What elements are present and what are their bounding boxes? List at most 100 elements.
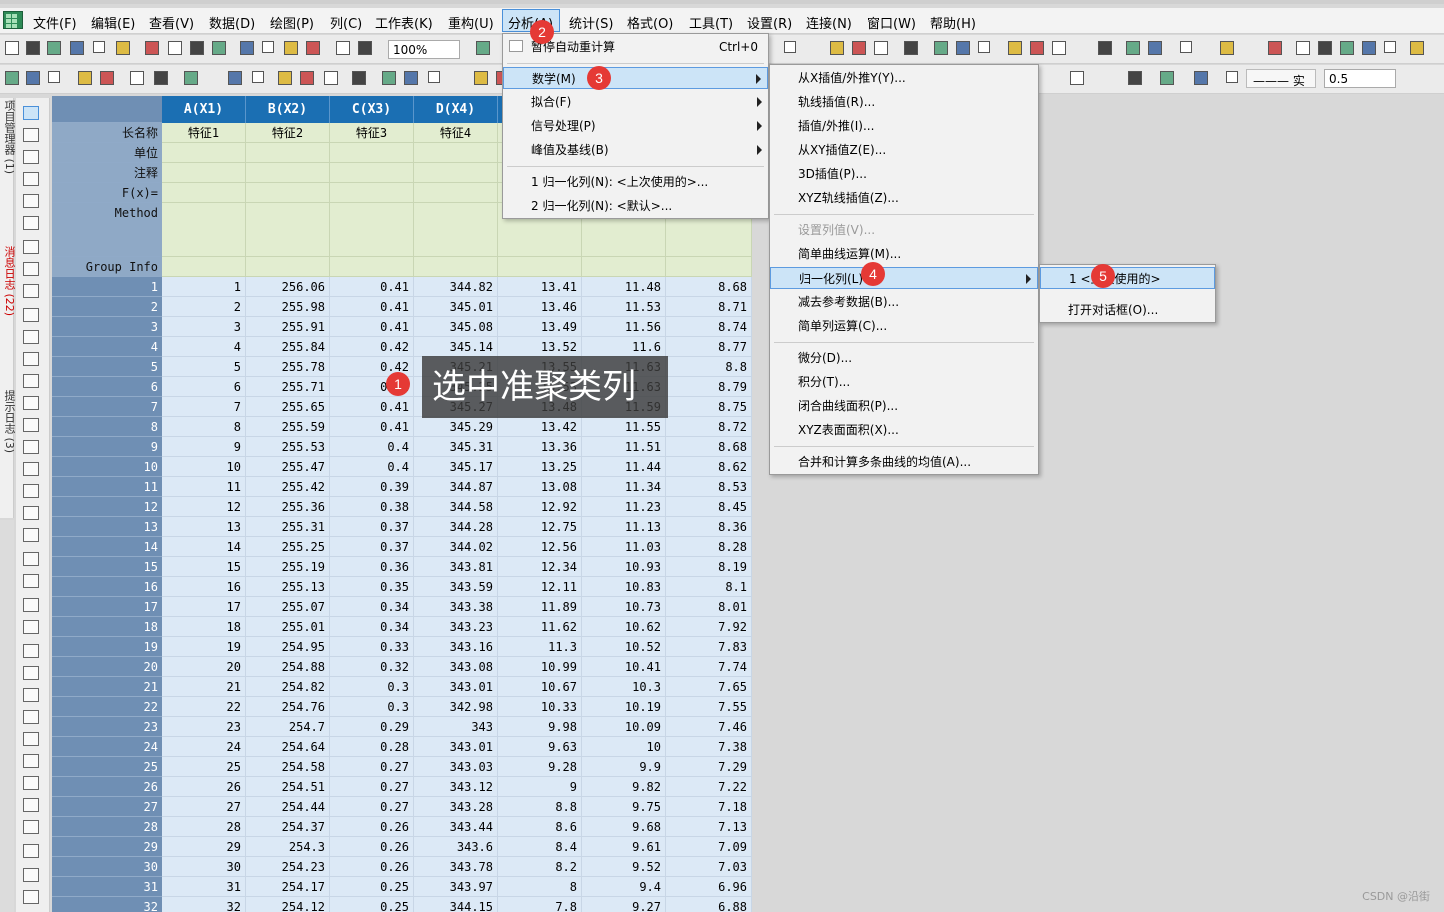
table-cell[interactable]: 15 <box>162 557 246 577</box>
tool-icon[interactable] <box>23 890 39 904</box>
table-cell[interactable]: 343.01 <box>414 737 498 757</box>
meta-cell[interactable] <box>162 183 246 203</box>
table-cell[interactable]: 10.62 <box>582 617 666 637</box>
table-cell[interactable]: 343.28 <box>414 797 498 817</box>
menu-edit[interactable]: 编辑(E) <box>91 13 135 32</box>
toolbar-button-icon[interactable] <box>100 71 114 85</box>
meta-cell[interactable] <box>582 257 666 277</box>
table-cell[interactable]: 343.59 <box>414 577 498 597</box>
row-header[interactable]: 2 <box>52 297 162 317</box>
table-cell[interactable]: 0.26 <box>330 817 414 837</box>
table-cell[interactable]: 17 <box>162 597 246 617</box>
menu-help[interactable]: 帮助(H) <box>930 13 976 32</box>
table-cell[interactable]: 343 <box>414 717 498 737</box>
table-cell[interactable]: 0.39 <box>330 477 414 497</box>
table-cell[interactable]: 254.95 <box>246 637 330 657</box>
table-cell[interactable]: 7.03 <box>666 857 752 877</box>
toolbar-button-icon[interactable] <box>784 41 796 53</box>
tool-icon[interactable] <box>23 710 39 724</box>
row-header[interactable]: 31 <box>52 877 162 897</box>
row-header[interactable]: 20 <box>52 657 162 677</box>
table-cell[interactable]: 0.34 <box>330 617 414 637</box>
table-cell[interactable]: 255.47 <box>246 457 330 477</box>
table-cell[interactable]: 12.56 <box>498 537 582 557</box>
math-item-xyz-area[interactable]: XYZ表面面积(X)... <box>770 419 1038 441</box>
toolbar-button-icon[interactable] <box>190 41 204 55</box>
table-cell[interactable]: 0.34 <box>330 597 414 617</box>
menu-plot[interactable]: 绘图(P) <box>270 13 314 32</box>
toolbar-button-icon[interactable] <box>336 41 350 55</box>
meta-row-label[interactable]: 单位 <box>52 143 162 163</box>
toolbar-button-icon[interactable] <box>262 41 274 53</box>
row-header[interactable]: 32 <box>52 897 162 912</box>
table-cell[interactable]: 255.19 <box>246 557 330 577</box>
table-cell[interactable]: 0.26 <box>330 837 414 857</box>
table-cell[interactable]: 255.71 <box>246 377 330 397</box>
table-cell[interactable]: 5 <box>162 357 246 377</box>
table-cell[interactable]: 7.83 <box>666 637 752 657</box>
normalize-item-open-dialog[interactable]: 打开对话框(O)... <box>1040 299 1215 321</box>
table-cell[interactable]: 8.36 <box>666 517 752 537</box>
table-cell[interactable]: 0.3 <box>330 697 414 717</box>
table-cell[interactable]: 10.99 <box>498 657 582 677</box>
math-item-xyz-trace[interactable]: XYZ轨线插值(Z)... <box>770 187 1038 209</box>
table-cell[interactable]: 343.38 <box>414 597 498 617</box>
table-cell[interactable]: 9.61 <box>582 837 666 857</box>
table-cell[interactable]: 345.01 <box>414 297 498 317</box>
toolbar-button-icon[interactable] <box>5 41 19 55</box>
toolbar-button-icon[interactable] <box>252 71 264 83</box>
table-cell[interactable]: 11.44 <box>582 457 666 477</box>
table-cell[interactable]: 255.53 <box>246 437 330 457</box>
row-header[interactable]: 28 <box>52 817 162 837</box>
menu-item-peaks[interactable]: 峰值及基线(B) <box>503 139 768 161</box>
table-cell[interactable]: 8.77 <box>666 337 752 357</box>
toolbar-button-icon[interactable] <box>116 41 130 55</box>
table-cell[interactable]: 11.62 <box>498 617 582 637</box>
table-cell[interactable]: 0.41 <box>330 397 414 417</box>
tool-icon[interactable] <box>23 754 39 768</box>
table-cell[interactable]: 345.08 <box>414 317 498 337</box>
table-cell[interactable]: 12.34 <box>498 557 582 577</box>
table-cell[interactable]: 345.31 <box>414 437 498 457</box>
menu-file[interactable]: 文件(F) <box>33 13 77 32</box>
table-cell[interactable]: 344.82 <box>414 277 498 297</box>
table-cell[interactable]: 8 <box>162 417 246 437</box>
tool-icon[interactable] <box>23 506 39 520</box>
table-cell[interactable]: 8.28 <box>666 537 752 557</box>
line-width-select[interactable]: 0.5 <box>1324 69 1396 88</box>
toolbar-button-icon[interactable] <box>874 41 888 55</box>
table-cell[interactable]: 11.55 <box>582 417 666 437</box>
tool-icon[interactable] <box>23 128 39 142</box>
table-cell[interactable]: 11.53 <box>582 297 666 317</box>
table-cell[interactable]: 16 <box>162 577 246 597</box>
menu-item-recent-2[interactable]: 2 归一化列(N): <默认>... <box>503 195 768 217</box>
table-cell[interactable]: 19 <box>162 637 246 657</box>
menu-item-math[interactable]: 数学(M) <box>503 67 768 89</box>
table-cell[interactable]: 254.58 <box>246 757 330 777</box>
toolbar-button-icon[interactable] <box>1070 71 1084 85</box>
toolbar-button-icon[interactable] <box>306 41 320 55</box>
table-cell[interactable]: 8.71 <box>666 297 752 317</box>
toolbar-button-icon[interactable] <box>26 41 40 55</box>
toolbar-button-icon[interactable] <box>1362 41 1376 55</box>
math-item-trace-interp[interactable]: 轨线插值(R)... <box>770 91 1038 113</box>
toolbar-button-icon[interactable] <box>145 41 159 55</box>
tool-icon[interactable] <box>23 688 39 702</box>
table-cell[interactable]: 31 <box>162 877 246 897</box>
table-cell[interactable]: 13.41 <box>498 277 582 297</box>
table-cell[interactable]: 29 <box>162 837 246 857</box>
table-cell[interactable]: 0.41 <box>330 417 414 437</box>
tool-icon[interactable] <box>23 798 39 812</box>
meta-cell[interactable] <box>162 203 246 257</box>
project-explorer-tab[interactable]: 项目管理器 (1) <box>1 100 17 210</box>
table-cell[interactable]: 12.92 <box>498 497 582 517</box>
table-cell[interactable]: 26 <box>162 777 246 797</box>
math-item-average-curves[interactable]: 合并和计算多条曲线的均值(A)... <box>770 451 1038 473</box>
table-cell[interactable]: 11.13 <box>582 517 666 537</box>
table-cell[interactable]: 21 <box>162 677 246 697</box>
table-cell[interactable]: 344.02 <box>414 537 498 557</box>
table-cell[interactable]: 255.91 <box>246 317 330 337</box>
row-header[interactable]: 14 <box>52 537 162 557</box>
tool-icon[interactable] <box>23 574 39 588</box>
meta-row-label[interactable]: Group Info <box>52 257 162 277</box>
